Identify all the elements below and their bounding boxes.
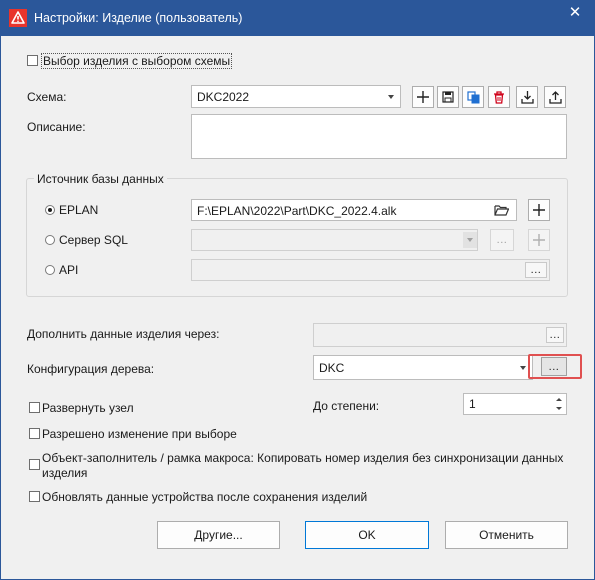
scheme-label: Схема: — [27, 90, 67, 104]
api-browse-button[interactable]: ... — [525, 262, 547, 278]
import-icon — [520, 90, 534, 104]
supplement-browse-button[interactable]: ... — [546, 327, 564, 343]
placeholder-object-label-line2[interactable]: изделия — [42, 466, 87, 480]
add-scheme-button[interactable] — [412, 86, 434, 108]
degree-value: 1 — [469, 397, 476, 411]
sql-server-label[interactable]: Сервер SQL — [59, 233, 128, 247]
export-scheme-button[interactable] — [544, 86, 566, 108]
expand-node-checkbox[interactable] — [29, 402, 40, 413]
stepper-down-icon[interactable] — [555, 405, 563, 412]
eplan-label[interactable]: EPLAN — [59, 203, 98, 217]
select-with-scheme-checkbox[interactable] — [27, 55, 38, 66]
tree-config-browse-dots: ... — [548, 360, 560, 373]
app-warning-icon — [9, 9, 27, 27]
supplement-field[interactable]: ... — [313, 323, 567, 347]
export-icon — [548, 90, 562, 104]
delete-scheme-button[interactable] — [488, 86, 510, 108]
degree-label: До степени: — [313, 399, 380, 413]
eplan-path-field[interactable]: F:\EPLAN\2022\Part\DKC_2022.4.alk — [191, 199, 517, 221]
api-browse-dots: ... — [530, 264, 542, 276]
scheme-dropdown[interactable]: DKC2022 — [191, 85, 401, 108]
save-icon — [442, 91, 454, 103]
import-scheme-button[interactable] — [516, 86, 538, 108]
supplement-browse-dots: ... — [549, 329, 561, 341]
delete-icon — [494, 90, 504, 104]
copy-icon — [466, 90, 479, 103]
window-title: Настройки: Изделие (пользователь) — [34, 11, 243, 25]
description-label: Описание: — [27, 120, 86, 134]
copy-scheme-button[interactable] — [462, 86, 484, 108]
eplan-radio[interactable] — [45, 205, 55, 215]
add-database-button[interactable] — [528, 199, 550, 221]
description-textarea[interactable] — [191, 114, 567, 159]
cancel-button[interactable]: Отменить — [445, 521, 568, 549]
api-label[interactable]: API — [59, 263, 78, 277]
api-radio[interactable] — [45, 265, 55, 275]
sql-server-dropdown[interactable] — [191, 229, 478, 251]
allow-change-checkbox[interactable] — [29, 428, 40, 439]
sql-dropdown-button — [463, 232, 477, 248]
scheme-value: DKC2022 — [197, 90, 250, 104]
eplan-path-value: F:\EPLAN\2022\Part\DKC_2022.4.alk — [197, 204, 397, 218]
sql-add-button[interactable] — [528, 229, 550, 251]
tree-config-value: DKC — [319, 361, 345, 375]
select-with-scheme-label[interactable]: Выбор изделия с выбором схемы — [41, 53, 233, 69]
add-icon — [533, 204, 545, 216]
supplement-label: Дополнить данные изделия через: — [27, 327, 220, 341]
tree-config-dropdown[interactable]: DKC — [313, 355, 533, 380]
update-device-checkbox[interactable] — [29, 491, 40, 502]
api-field[interactable]: ... — [191, 259, 550, 281]
folder-open-icon[interactable] — [494, 204, 509, 216]
placeholder-object-checkbox[interactable] — [29, 459, 40, 470]
ok-button[interactable]: OK — [305, 521, 429, 549]
sql-server-radio[interactable] — [45, 235, 55, 245]
sql-browse-button[interactable]: ... — [490, 229, 514, 251]
close-button[interactable]: ✕ — [562, 2, 588, 24]
stepper-up-icon[interactable] — [555, 396, 563, 403]
save-scheme-button[interactable] — [437, 86, 459, 108]
chevron-down-icon — [467, 238, 473, 242]
others-button[interactable]: Другие... — [157, 521, 280, 549]
placeholder-object-label-line1[interactable]: Объект-заполнитель / рамка макроса: Копи… — [42, 451, 563, 465]
tree-config-label: Конфигурация дерева: — [27, 362, 155, 376]
add-icon — [417, 91, 429, 103]
chevron-down-icon — [388, 95, 394, 99]
sql-browse-dots: ... — [496, 234, 508, 246]
update-device-label[interactable]: Обновлять данные устройства после сохран… — [42, 490, 367, 504]
add-icon — [533, 234, 545, 246]
tree-config-browse-button[interactable]: ... — [541, 357, 567, 376]
db-source-title: Источник базы данных — [34, 172, 167, 186]
expand-node-label[interactable]: Развернуть узел — [42, 401, 134, 415]
chevron-down-icon — [520, 366, 526, 370]
allow-change-label[interactable]: Разрешено изменение при выборе — [42, 427, 237, 441]
degree-stepper[interactable]: 1 — [463, 393, 567, 415]
